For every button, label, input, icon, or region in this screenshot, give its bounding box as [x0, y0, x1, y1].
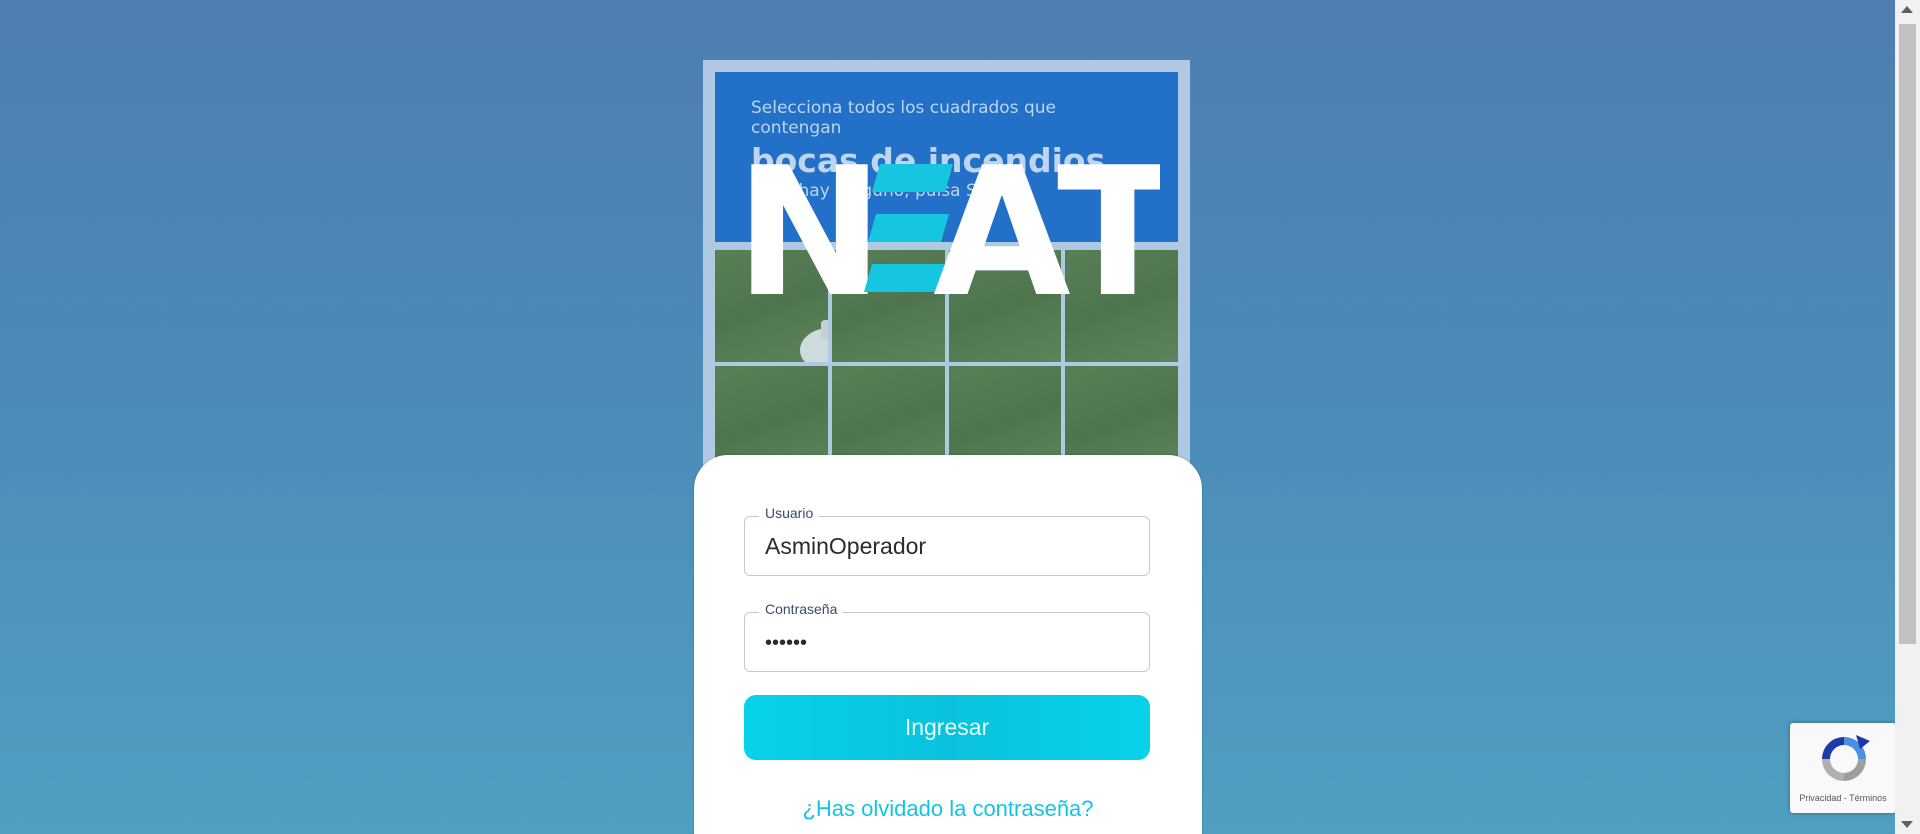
password-input[interactable]: ••••••	[765, 632, 1125, 655]
captcha-instruction: Selecciona todos los cuadrados que conte…	[751, 98, 1056, 138]
logo-text-right: AT	[933, 158, 1160, 298]
recaptcha-icon	[1822, 735, 1870, 781]
vertical-scrollbar[interactable]	[1895, 0, 1920, 834]
forgot-password-link[interactable]: ¿Has olvidado la contraseña?	[694, 796, 1202, 822]
password-field[interactable]: Contraseña ••••••	[744, 601, 1150, 672]
password-label: Contraseña	[759, 601, 844, 617]
login-button[interactable]: Ingresar	[744, 695, 1150, 760]
recaptcha-terms[interactable]: Privacidad - Términos	[1790, 793, 1896, 803]
scroll-up-icon[interactable]	[1901, 6, 1913, 13]
scroll-thumb[interactable]	[1899, 24, 1916, 644]
logo-text-left: N	[735, 158, 884, 298]
username-label: Usuario	[759, 505, 820, 521]
scroll-down-icon[interactable]	[1901, 821, 1913, 828]
username-field[interactable]: Usuario	[744, 505, 1150, 576]
hydrant-image	[800, 320, 828, 362]
login-card: Usuario Contraseña •••••• Ingresar ¿Has …	[694, 455, 1202, 834]
recaptcha-badge[interactable]: Privacidad - Términos	[1790, 723, 1896, 813]
username-input[interactable]	[765, 533, 1125, 560]
neat-logo: N AT	[735, 158, 1160, 298]
